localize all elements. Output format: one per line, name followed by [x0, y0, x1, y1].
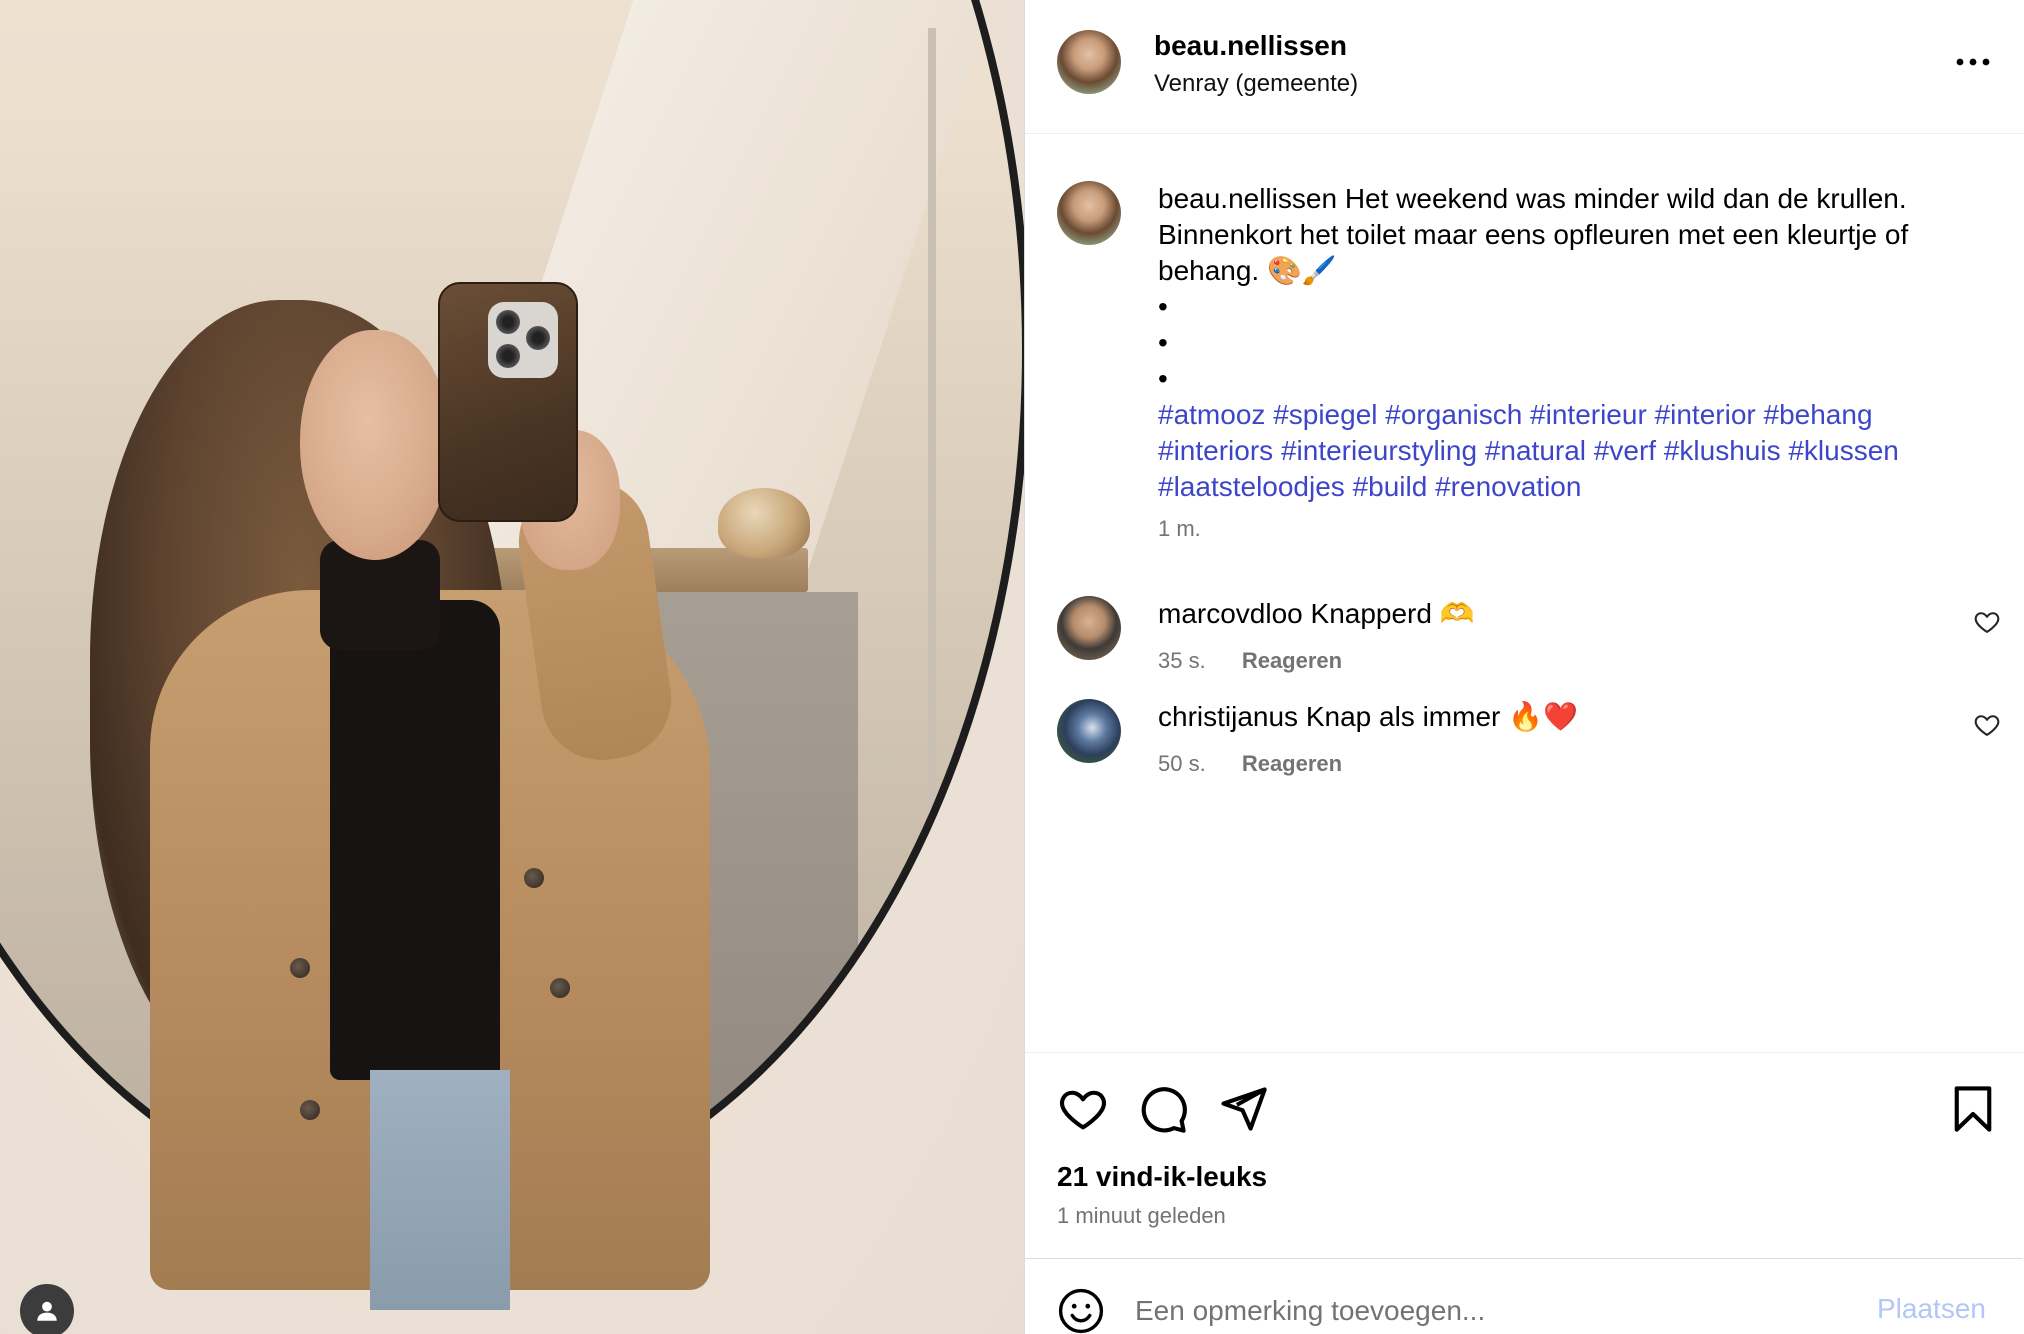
hashtag-link[interactable]: #interieur — [1530, 399, 1647, 430]
add-comment-bar: Plaatsen — [1025, 1258, 2023, 1334]
post-photo[interactable] — [0, 0, 1024, 1334]
hashtag-link[interactable]: #laatsteloodjes — [1158, 471, 1345, 502]
caption-dot: • — [1158, 327, 1168, 358]
hashtag-link[interactable]: #klussen — [1788, 435, 1899, 466]
likes-count[interactable]: 21 vind-ik-leuks — [1057, 1161, 1267, 1193]
comment-time[interactable]: 35 s. — [1158, 648, 1206, 673]
hashtag-link[interactable]: #interiors — [1158, 435, 1273, 466]
comment-row: marcovdloo Knapperd 🫶 35 s. Reageren — [1025, 596, 2023, 706]
hashtag-link[interactable]: #spiegel — [1273, 399, 1377, 430]
caption-time[interactable]: 1 m. — [1158, 516, 1201, 542]
comment-username[interactable]: christijanus — [1158, 701, 1298, 732]
comment-text: marcovdloo Knapperd 🫶 — [1158, 596, 1475, 632]
post-actions: 21 vind-ik-leuks 1 minuut geleden — [1025, 1052, 2023, 1252]
hashtag-link[interactable]: #atmooz — [1158, 399, 1265, 430]
comment-username[interactable]: marcovdloo — [1158, 598, 1303, 629]
post-comment-button[interactable]: Plaatsen — [1877, 1293, 1986, 1325]
avatar[interactable] — [1057, 30, 1121, 94]
hashtag-link[interactable]: #interieurstyling — [1281, 435, 1477, 466]
hashtag-link[interactable]: #interior — [1655, 399, 1756, 430]
comment-input[interactable] — [1135, 1289, 1835, 1333]
posted-time[interactable]: 1 minuut geleden — [1057, 1203, 1226, 1229]
camera-icon — [488, 302, 558, 378]
bookmark-icon[interactable] — [1947, 1083, 1999, 1135]
hashtag-list: #atmooz #spiegel #organisch #interieur #… — [1158, 399, 1899, 502]
reply-button[interactable]: Reageren — [1242, 648, 1342, 673]
hashtag-link[interactable]: #build — [1353, 471, 1428, 502]
hashtag-link[interactable]: #organisch — [1385, 399, 1522, 430]
user-icon — [37, 1301, 57, 1321]
heart-icon[interactable] — [1057, 1083, 1109, 1135]
tagged-people-button[interactable] — [20, 1284, 74, 1334]
comment-icon[interactable] — [1137, 1083, 1189, 1135]
post-side-panel: beau.nellissen Venray (gemeente) beau.ne… — [1024, 0, 2024, 1334]
comment-text: christijanus Knap als immer 🔥❤️ — [1158, 699, 1578, 735]
post-username[interactable]: beau.nellissen — [1154, 30, 1347, 62]
hashtag-link[interactable]: #natural — [1485, 435, 1586, 466]
comment-row: christijanus Knap als immer 🔥❤️ 50 s. Re… — [1025, 699, 2023, 809]
more-options-button[interactable] — [1945, 42, 2001, 82]
hashtag-link[interactable]: #verf — [1594, 435, 1656, 466]
comment-like-heart-icon[interactable] — [1973, 711, 2001, 739]
comment-meta: 35 s. Reageren — [1158, 648, 1342, 674]
comments-area: beau.nellissen Het weekend was minder wi… — [1025, 134, 2023, 1052]
face — [300, 330, 450, 560]
comment-body: Knapperd 🫶 — [1310, 598, 1475, 629]
phone — [438, 282, 578, 522]
caption-username[interactable]: beau.nellissen — [1158, 183, 1337, 214]
hashtag-link[interactable]: #behang — [1764, 399, 1873, 430]
commenter-avatar[interactable] — [1057, 699, 1121, 763]
caption-avatar[interactable] — [1057, 181, 1121, 245]
hashtag-link[interactable]: #klushuis — [1664, 435, 1781, 466]
post-location[interactable]: Venray (gemeente) — [1154, 70, 1358, 98]
reply-button[interactable]: Reageren — [1242, 751, 1342, 776]
caption-dot: • — [1158, 291, 1168, 322]
post-header: beau.nellissen Venray (gemeente) — [1025, 0, 2023, 134]
hashtag-link[interactable]: #renovation — [1435, 471, 1581, 502]
more-horizontal-icon — [1956, 58, 1990, 66]
commenter-avatar[interactable] — [1057, 596, 1121, 660]
comment-meta: 50 s. Reageren — [1158, 751, 1342, 777]
emoji-icon[interactable] — [1057, 1287, 1105, 1334]
caption: beau.nellissen Het weekend was minder wi… — [1158, 181, 1978, 505]
comment-like-heart-icon[interactable] — [1973, 608, 2001, 636]
comment-time[interactable]: 50 s. — [1158, 751, 1206, 776]
comment-body: Knap als immer 🔥❤️ — [1305, 701, 1578, 732]
caption-dot: • — [1158, 363, 1168, 394]
share-icon[interactable] — [1217, 1083, 1269, 1135]
